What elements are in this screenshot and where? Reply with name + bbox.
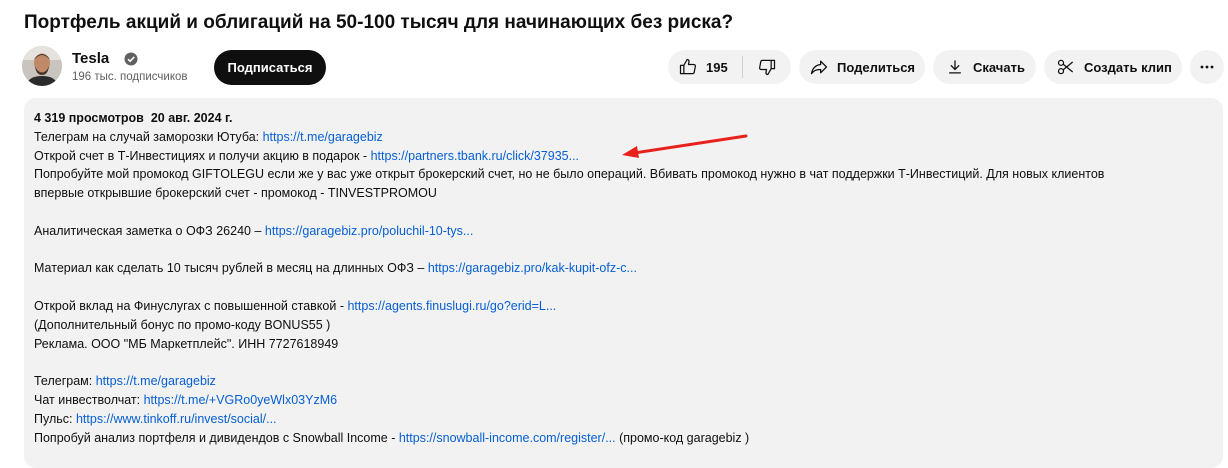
line-text: (Дополнительный бонус по промо-коду BONU…: [34, 317, 331, 332]
description-link[interactable]: https://partners.tbank.ru/click/37935...: [371, 149, 579, 163]
video-title: Портфель акций и облигаций на 50-100 тыс…: [24, 12, 734, 33]
more-horizontal-icon: [1200, 65, 1214, 69]
description-line: Телеграм на случай заморозки Ютуба: http…: [34, 128, 1104, 147]
description-line: Попробуй анализ портфеля и дивидендов с …: [34, 429, 1104, 448]
description-line: [34, 353, 1104, 372]
description-line: Пульс: https://www.tinkoff.ru/invest/soc…: [34, 410, 1104, 429]
description-line: Телеграм: https://t.me/garagebiz: [34, 372, 1104, 391]
scissors-icon: [1057, 59, 1074, 75]
line-text: Попробуй анализ портфеля и дивидендов с …: [34, 430, 399, 445]
description-line: впервые открывшие брокерский счет - пром…: [34, 184, 1104, 203]
thumbs-up-icon: [679, 58, 696, 75]
description-line: Открой вклад на Финуслугах с повышенной …: [34, 297, 1104, 316]
subscribe-button[interactable]: Подписаться: [214, 50, 326, 85]
line-text: Материал как сделать 10 тысяч рублей в м…: [34, 261, 428, 276]
create-clip-button[interactable]: Создать клип: [1044, 50, 1182, 84]
description-link[interactable]: https://agents.finuslugi.ru/go?erid=L...: [347, 299, 556, 313]
share-button[interactable]: Поделиться: [799, 50, 925, 84]
line-text: Открой счет в Т-Инвестициях и получи акц…: [34, 148, 371, 163]
description-line: Попробуйте мой промокод GIFTOLEGU если ж…: [34, 165, 1104, 184]
line-text: Аналитическая заметка о ОФЗ 26240 –: [34, 223, 265, 238]
description-line: (Дополнительный бонус по промо-коду BONU…: [34, 316, 1104, 335]
description-line: [34, 203, 1104, 222]
download-icon: [949, 60, 961, 74]
description-line: Открой счет в Т-Инвестициях и получи акц…: [34, 147, 1104, 166]
description-link[interactable]: https://www.tinkoff.ru/invest/social/...: [76, 412, 277, 426]
verified-icon: [124, 52, 138, 66]
red-arrow-annotation: [622, 134, 748, 158]
line-text: Попробуйте мой промокод GIFTOLEGU если ж…: [34, 167, 1105, 182]
download-button[interactable]: Скачать: [933, 50, 1036, 84]
line-text: впервые открывшие брокерский счет - пром…: [34, 186, 437, 201]
description-line: Чат инвестволчат: https://t.me/+VGRo0yeW…: [34, 391, 1104, 410]
description-line: [34, 278, 1104, 297]
line-text: Пульс:: [34, 411, 76, 426]
upload-date: 20 авг. 2024 г.: [150, 111, 233, 125]
like-count: 195: [706, 59, 728, 75]
description-lines: Телеграм на случай заморозки Ютуба: http…: [34, 128, 1104, 448]
line-text: Открой вклад на Финуслугах с повышенной …: [34, 298, 348, 313]
thumbs-down-icon: [759, 59, 776, 76]
description-line: Аналитическая заметка о ОФЗ 26240 – http…: [34, 222, 1104, 241]
more-actions-button[interactable]: [1190, 50, 1224, 84]
description-text: 4 319 просмотров 20 авг. 2024 г. Телегра…: [34, 109, 1104, 447]
share-icon: [810, 60, 828, 75]
description-line: Реклама. ООО "МБ Маркетплейс". ИНН 77276…: [34, 335, 1104, 354]
description-line: [34, 241, 1104, 260]
avatar-image: [22, 46, 62, 86]
share-label: Поделиться: [837, 59, 916, 75]
channel-name[interactable]: Tesla: [72, 50, 109, 67]
description-line: Материал как сделать 10 тысяч рублей в м…: [34, 259, 1104, 278]
channel-avatar[interactable]: [22, 46, 62, 86]
dislike-button[interactable]: [743, 50, 791, 84]
description-link[interactable]: https://snowball-income.com/register/...: [399, 431, 616, 445]
line-text: Чат инвестволчат:: [34, 392, 144, 407]
description-link[interactable]: https://t.me/+VGRo0yeWlx03YzM6: [144, 393, 337, 407]
description-link[interactable]: https://garagebiz.pro/poluchil-10-tys...: [265, 224, 473, 238]
line-text: Телеграм на случай заморозки Ютуба:: [34, 129, 263, 144]
line-suffix: (промо-код garagebiz ): [615, 430, 750, 445]
view-count: 4 319 просмотров: [34, 111, 144, 125]
download-label: Скачать: [973, 59, 1025, 75]
like-button[interactable]: 195: [668, 50, 742, 84]
description-link[interactable]: https://garagebiz.pro/kak-kupit-ofz-c...: [428, 261, 637, 275]
like-dislike-group: 195: [668, 50, 791, 84]
description-link[interactable]: https://t.me/garagebiz: [263, 130, 383, 144]
subscriber-count: 196 тыс. подписчиков: [72, 71, 188, 83]
description-link[interactable]: https://t.me/garagebiz: [96, 374, 216, 388]
create-clip-label: Создать клип: [1084, 59, 1172, 75]
description-meta: 4 319 просмотров 20 авг. 2024 г.: [34, 109, 1104, 128]
line-text: Реклама. ООО "МБ Маркетплейс". ИНН 77276…: [34, 336, 339, 351]
line-text: Телеграм:: [34, 374, 96, 389]
